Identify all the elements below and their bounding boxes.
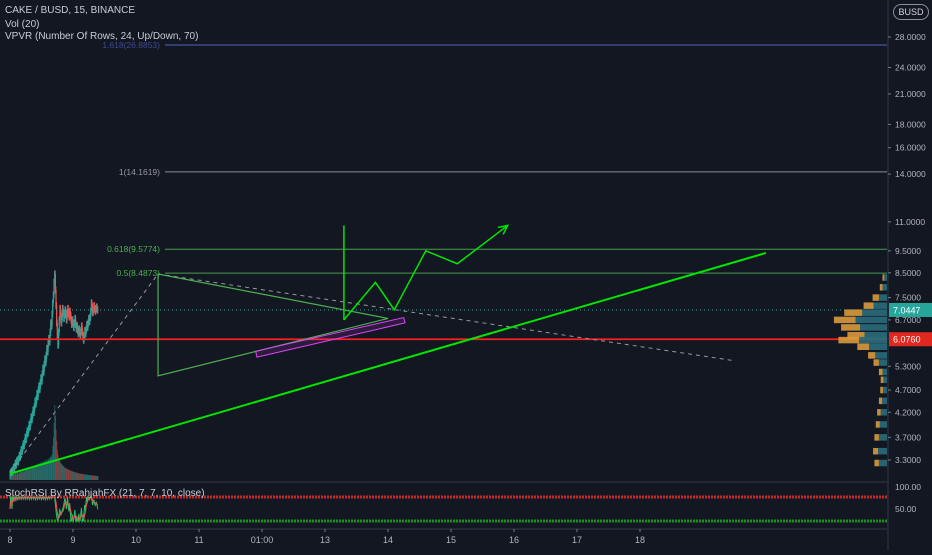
- vpvr-up-bar: [878, 434, 887, 441]
- vpvr-down-bar: [878, 368, 883, 376]
- vpvr-up-bar: [869, 343, 887, 350]
- last-price-tag: 7.0447: [893, 305, 921, 315]
- vpvr-up-bar: [880, 409, 887, 416]
- vpvr-down-bar: [872, 294, 879, 301]
- volume-bar: [97, 476, 99, 480]
- symbol-legend[interactable]: CAKE / BUSD, 15, BINANCE: [5, 5, 135, 16]
- support-price-tag: 6.0760: [893, 335, 921, 345]
- x-tick-label: 17: [572, 535, 582, 545]
- vpvr-up-bar: [882, 397, 887, 405]
- y-tick-label: 3.3000: [895, 455, 921, 465]
- vpvr-up-bar: [882, 386, 887, 394]
- vpvr-up-bar: [883, 376, 887, 384]
- vpvr-up-bar: [879, 421, 887, 428]
- stoch-legend[interactable]: StochRSI By RRahjahFX (21, 7, 7, 10, clo…: [5, 488, 205, 499]
- vpvr-down-bar: [879, 284, 883, 291]
- x-tick-label: 9: [70, 535, 75, 545]
- vpvr-down-bar: [844, 309, 863, 316]
- y-tick-label: 18.0000: [895, 119, 926, 129]
- chart-root: 1.618(26.8853) 1(14.1619) 0.618(9.5774) 0.5…: [0, 0, 932, 550]
- vpvr-up-bar: [884, 274, 887, 281]
- vpvr-up-bar: [875, 352, 887, 359]
- fib-level-label: 0.5(8.4873): [117, 268, 161, 278]
- vpvr-legend[interactable]: VPVR (Number Of Rows, 24, Up/Down, 70): [5, 31, 198, 42]
- vpvr-down-bar: [882, 274, 885, 281]
- x-tick-label: 11: [194, 535, 203, 545]
- y-tick-label: 16.0000: [895, 143, 926, 153]
- x-tick-label: 10: [131, 535, 141, 545]
- vpvr-down-bar: [868, 352, 876, 359]
- vpvr-up-bar: [878, 459, 887, 467]
- vpvr-up-bar: [855, 316, 887, 324]
- stoch-level-label: 50.00: [895, 504, 917, 514]
- x-tick-label: 18: [635, 535, 645, 545]
- vpvr-down-bar: [880, 376, 884, 384]
- vpvr-up-bar: [862, 309, 887, 316]
- y-tick-label: 7.5000: [895, 293, 921, 303]
- y-tick-label: 8.5000: [895, 268, 921, 278]
- y-tick-label: 14.0000: [895, 169, 926, 179]
- y-tick-label: 9.5000: [895, 246, 921, 256]
- candle-body: [97, 309, 99, 311]
- stoch-level-label: 100.00: [895, 482, 921, 492]
- vpvr-up-bar: [860, 324, 887, 331]
- x-tick-label: 14: [383, 535, 393, 545]
- vpvr-up-bar: [878, 294, 887, 301]
- x-tick-label: 16: [509, 535, 519, 545]
- vpvr-down-bar: [838, 336, 860, 344]
- y-tick-label: 24.0000: [895, 62, 926, 72]
- x-tick-label: 8: [7, 535, 12, 545]
- vpvr-down-bar: [880, 386, 883, 394]
- y-tick-label: 5.3000: [895, 361, 921, 371]
- vpvr-down-bar: [841, 324, 860, 331]
- vpvr-down-bar: [873, 447, 878, 455]
- vpvr-down-bar: [874, 459, 879, 467]
- y-tick-label: 11.0000: [895, 217, 925, 227]
- vpvr-down-bar: [873, 359, 879, 366]
- y-tick-label: 3.7000: [895, 432, 921, 442]
- y-tick-label: 4.7000: [895, 385, 921, 395]
- x-tick-label: 15: [446, 535, 456, 545]
- vpvr-down-bar: [833, 316, 856, 324]
- vpvr-down-bar: [863, 302, 874, 309]
- vpvr-down-bar: [875, 421, 880, 428]
- fib-level-label: 1(14.1619): [119, 167, 160, 177]
- vpvr-up-bar: [873, 302, 887, 309]
- vpvr-down-bar: [877, 409, 881, 416]
- currency-button[interactable]: BUSD: [893, 4, 929, 20]
- fib-level-label: 0.618(9.5774): [107, 244, 160, 254]
- x-tick-label: 01:00: [251, 535, 274, 545]
- volume-legend[interactable]: Vol (20): [5, 19, 39, 30]
- y-tick-label: 28.0000: [895, 32, 926, 42]
- vpvr-down-bar: [878, 397, 883, 405]
- vpvr-up-bar: [878, 447, 887, 455]
- vpvr-down-bar: [857, 343, 869, 350]
- vpvr-up-bar: [878, 359, 887, 366]
- price-chart-svg[interactable]: 1.618(26.8853)1(14.1619)0.618(9.5774)0.5…: [0, 0, 932, 550]
- y-tick-label: 4.2000: [895, 407, 921, 417]
- x-tick-label: 13: [320, 535, 330, 545]
- vpvr-up-bar: [882, 284, 887, 291]
- vpvr-down-bar: [874, 434, 879, 441]
- vpvr-up-bar: [859, 336, 887, 344]
- vpvr-up-bar: [882, 368, 887, 376]
- y-tick-label: 21.0000: [895, 89, 926, 99]
